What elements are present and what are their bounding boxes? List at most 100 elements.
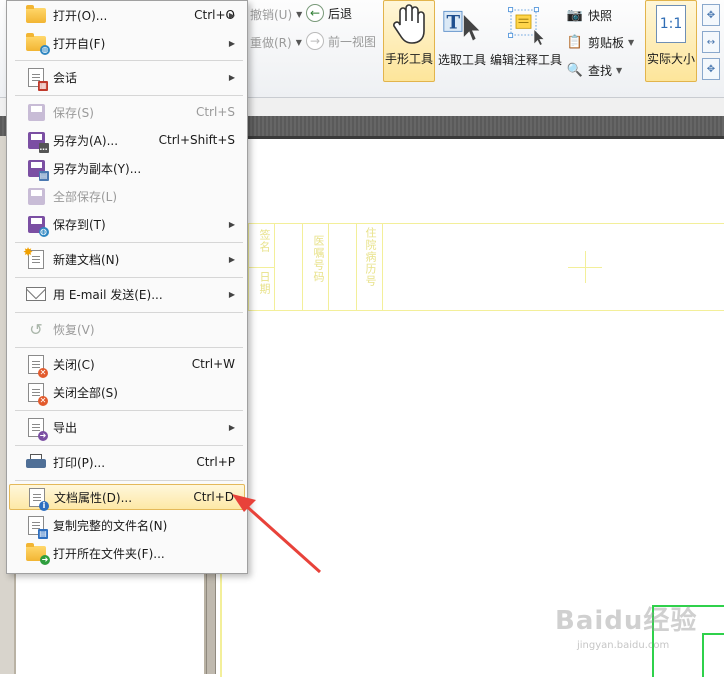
menu-item[interactable]: ▤ 复制完整的文件名(N) xyxy=(9,512,245,539)
close-document-icon: ✕ xyxy=(25,353,48,378)
fit-width-icon[interactable]: ↔ xyxy=(702,31,720,53)
fit-page-icon[interactable]: ✥ xyxy=(702,4,720,26)
forward-view-button[interactable]: → 前一视图 xyxy=(306,32,376,50)
clipboard-dropdown-icon[interactable]: ▼ xyxy=(628,38,634,47)
submenu-arrow-icon: ▶ xyxy=(228,254,235,264)
hand-tool-button[interactable]: 手形工具 xyxy=(383,0,435,82)
menu-separator xyxy=(15,95,243,96)
save-to-icon: ◍ xyxy=(25,213,49,237)
menu-item-label: 文档属性(D)... xyxy=(54,490,133,505)
edit-annotation-tool-button[interactable]: 编辑注释工具 xyxy=(489,0,563,82)
menu-item[interactable]: 全部保存(L) xyxy=(9,183,245,209)
folder-open-icon xyxy=(25,4,47,26)
back-label: 后退 xyxy=(328,6,353,21)
menu-item-label: 会话 xyxy=(53,70,78,85)
save-icon xyxy=(25,101,47,123)
folder-web-icon: ◍ xyxy=(25,32,50,55)
undo-button[interactable]: 撤销(U) ▼ xyxy=(250,6,302,23)
forward-arrow-icon: → xyxy=(306,32,324,50)
menu-item-label: 新建文档(N) xyxy=(53,252,120,267)
open-folder-icon: ➜ xyxy=(25,542,50,565)
baidu-watermark: Baidu经验 xyxy=(555,606,698,636)
clipboard-button[interactable]: 📋 剪贴板 ▼ xyxy=(566,33,634,51)
menu-item-shortcut: Ctrl+W xyxy=(191,357,235,371)
menu-item-label: 打开所在文件夹(F)... xyxy=(53,546,165,561)
fit-visible-icon[interactable]: ✥ xyxy=(702,58,720,80)
camera-icon: 📷 xyxy=(566,7,584,23)
save-as-icon: … xyxy=(25,129,49,153)
redo-button[interactable]: 重做(R) ▼ xyxy=(250,34,302,51)
menu-item-label: 导出 xyxy=(53,420,78,435)
form-divider xyxy=(274,223,275,311)
menu-item[interactable]: ◍ 保存到(T) ▶ xyxy=(9,211,245,237)
find-button[interactable]: 🔍 查找 ▼ xyxy=(566,61,622,79)
green-marker-line xyxy=(702,633,724,635)
file-menu: 打开(O)... Ctrl+O ▶ ◍ 打开自(F) ▶ ▦ 会话 ▶ 保存(S) Ctrl+S … 另… xyxy=(6,0,248,574)
menu-item[interactable]: ◍ 打开自(F) ▶ xyxy=(9,30,245,56)
session-icon: ▦ xyxy=(25,66,48,91)
menu-item[interactable]: 打印(P)... Ctrl+P xyxy=(9,449,245,475)
menu-item[interactable]: ➜ 导出 ▶ xyxy=(9,414,245,441)
save-all-icon xyxy=(25,185,47,207)
snapshot-button[interactable]: 📷 快照 xyxy=(566,6,612,24)
menu-item-label: 打开(O)... xyxy=(53,8,108,23)
submenu-arrow-icon: ▶ xyxy=(228,10,235,20)
menu-item[interactable]: 打开(O)... Ctrl+O ▶ xyxy=(9,2,245,28)
menu-separator xyxy=(15,445,243,446)
menu-item-label: 关闭(C) xyxy=(53,357,95,372)
menu-item-label: 打印(P)... xyxy=(53,455,106,470)
menu-item[interactable]: 保存(S) Ctrl+S xyxy=(9,99,245,125)
menu-item[interactable]: … 另存为(A)... Ctrl+Shift+S xyxy=(9,127,245,153)
baidu-watermark-url: jingyan.baidu.com xyxy=(577,640,670,651)
hand-icon xyxy=(389,2,429,46)
document-view[interactable]: 签名 日期 医嘱号码 住院病历号 xyxy=(216,136,724,677)
email-icon xyxy=(25,283,47,305)
menu-item[interactable]: ▦ 会话 ▶ xyxy=(9,64,245,91)
select-tool-button[interactable]: T 选取工具 xyxy=(436,0,488,82)
redo-dropdown-icon[interactable]: ▼ xyxy=(296,38,302,47)
menu-item-label: 保存到(T) xyxy=(53,217,106,232)
menu-item-label: 关闭全部(S) xyxy=(53,385,118,400)
field-sign-label: 签名 xyxy=(258,229,271,253)
form-divider xyxy=(302,223,303,311)
menu-item[interactable]: ✕ 关闭全部(S) xyxy=(9,379,245,406)
menu-separator xyxy=(15,410,243,411)
menu-item[interactable]: ↺ 恢复(V) xyxy=(9,316,245,342)
text-select-icon: T xyxy=(442,3,482,47)
menu-item[interactable]: 用 E-mail 发送(E)... ▶ xyxy=(9,281,245,307)
menu-separator xyxy=(15,277,243,278)
field-order-number-label: 医嘱号码 xyxy=(312,235,325,283)
back-button[interactable]: ← 后退 xyxy=(306,4,352,22)
menu-item-label: 保存(S) xyxy=(53,105,94,120)
snapshot-label: 快照 xyxy=(588,8,613,23)
menu-item[interactable]: ▤ 另存为副本(Y)... xyxy=(9,155,245,181)
undo-label: 撤销(U) xyxy=(250,8,293,22)
menu-separator xyxy=(15,347,243,348)
forward-label: 前一视图 xyxy=(328,34,377,49)
edit-annotation-label: 编辑注释工具 xyxy=(489,53,562,67)
menu-item-shortcut: Ctrl+S xyxy=(195,105,235,119)
green-marker-line xyxy=(702,633,704,677)
menu-item[interactable]: ✕ 关闭(C) Ctrl+W xyxy=(9,351,245,378)
menu-separator xyxy=(15,480,243,481)
menu-separator xyxy=(15,60,243,61)
actual-size-button[interactable]: 1:1 实际大小 xyxy=(645,0,697,82)
submenu-arrow-icon: ▶ xyxy=(228,289,235,299)
menu-item[interactable]: i 文档属性(D)... Ctrl+D xyxy=(9,484,245,511)
revert-icon: ↺ xyxy=(29,319,43,339)
copy-filename-icon: ▤ xyxy=(25,514,48,539)
svg-text:T: T xyxy=(447,13,461,34)
back-arrow-icon: ← xyxy=(306,4,324,22)
menu-item[interactable]: ✸ 新建文档(N) ▶ xyxy=(9,245,245,272)
menu-item-label: 另存为(A)... xyxy=(53,133,119,148)
menu-separator xyxy=(15,312,243,313)
menu-item-label: 另存为副本(Y)... xyxy=(53,161,142,176)
clipboard-icon: 📋 xyxy=(566,34,584,50)
document-properties-icon: i xyxy=(26,486,49,511)
menu-item[interactable]: ➜ 打开所在文件夹(F)... xyxy=(9,540,245,566)
undo-dropdown-icon[interactable]: ▼ xyxy=(296,10,302,19)
form-divider xyxy=(248,267,274,268)
find-dropdown-icon[interactable]: ▼ xyxy=(616,66,622,75)
menu-item-label: 复制完整的文件名(N) xyxy=(53,518,168,533)
find-label: 查找 xyxy=(588,63,613,78)
